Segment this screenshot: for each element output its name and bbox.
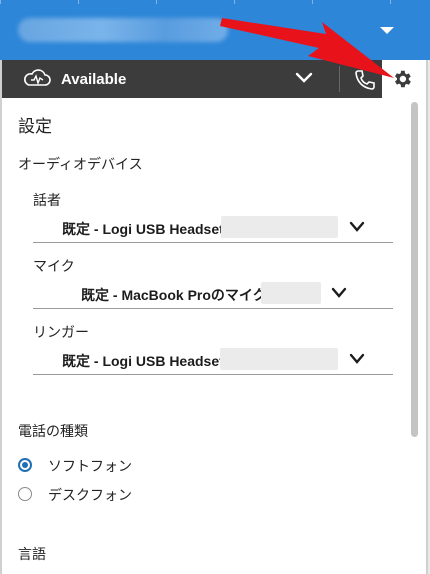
red-arrow-annotation [220,18,394,78]
redacted-title [18,18,228,42]
settings-panel: 設定 オーディオデバイス 話者 既定 - Logi USB Headset マイ… [2,98,408,574]
language-heading: 言語 [18,547,46,563]
phone-type-heading: 電話の種類 [18,424,88,440]
audio-devices-heading: オーディオデバイス [18,157,143,173]
redacted-text [221,216,338,238]
ringer-value: 既定 - Logi USB Headset [62,353,224,369]
chevron-down-icon [349,221,365,232]
redacted-text [261,282,321,304]
radio-unchecked-icon[interactable] [18,487,32,501]
cloud-status-icon [24,69,51,86]
grid-lines [0,0,430,4]
microphone-value: 既定 - MacBook Proのマイク [81,287,267,303]
scrollbar[interactable] [408,98,422,574]
chevron-down-icon [331,287,347,298]
speaker-value: 既定 - Logi USB Headset [62,221,224,237]
softphone-label: ソフトフォン [48,459,132,475]
microphone-label: マイク [33,259,75,275]
page-title: 設定 [18,117,52,137]
redacted-text [220,348,338,370]
ringer-select[interactable]: 既定 - Logi USB Headset [33,344,393,375]
speaker-select[interactable]: 既定 - Logi USB Headset [33,212,393,243]
scroll-thumb[interactable] [411,102,418,437]
radio-checked-icon[interactable] [18,458,32,472]
deskphone-label: デスクフォン [48,488,132,504]
status-label: Available [61,71,127,88]
speaker-label: 話者 [33,193,61,209]
microphone-select[interactable]: 既定 - MacBook Proのマイク [33,278,393,309]
ringer-label: リンガー [33,325,89,341]
chevron-down-icon [349,353,365,364]
